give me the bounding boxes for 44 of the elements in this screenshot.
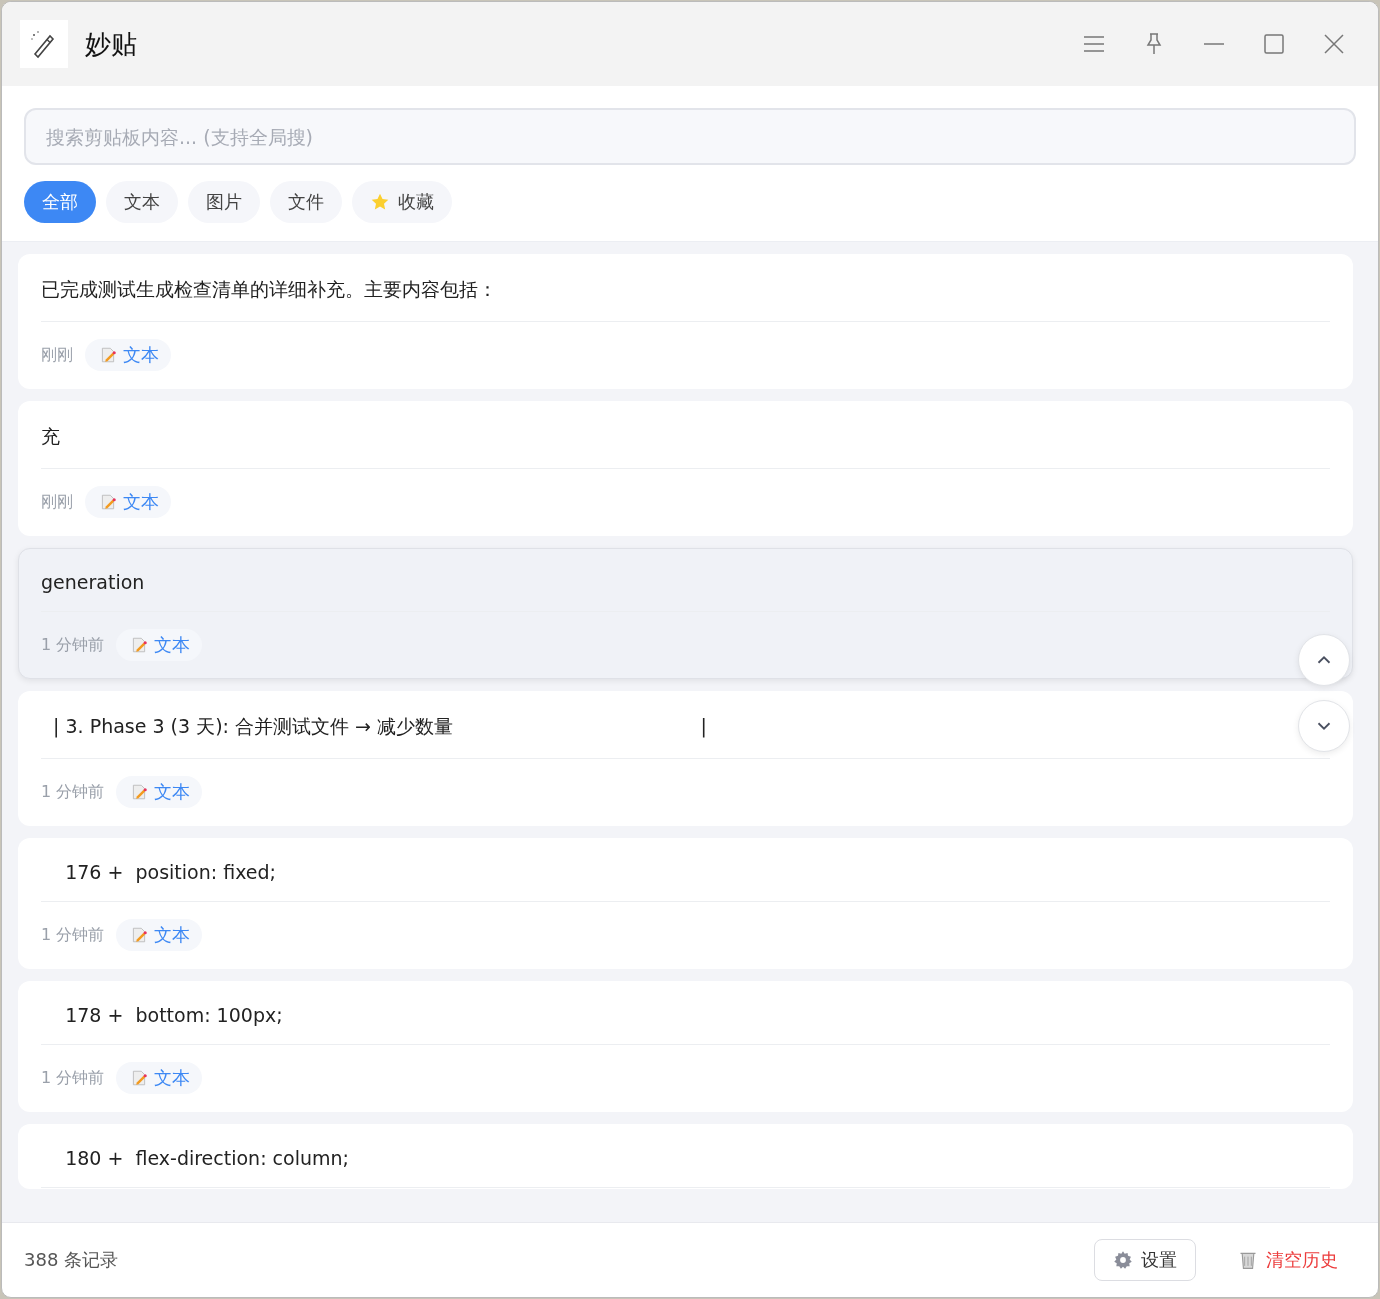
type-tag: 文本 [85, 339, 171, 371]
magic-wand-icon [20, 20, 68, 68]
filter-tab[interactable]: 文本 [106, 181, 178, 223]
note-pencil-icon [130, 636, 149, 654]
clip-time: 1 分钟前 [41, 634, 105, 656]
clip-text: generation [41, 549, 1330, 612]
clip-time: 1 分钟前 [41, 781, 105, 803]
clip-card[interactable]: | 3. Phase 3 (3 天): 合并测试文件 → 减少数量 | 1 分钟前 文本 [18, 691, 1353, 826]
clip-time: 1 分钟前 [41, 924, 105, 946]
filter-tab[interactable]: 文件 [270, 181, 342, 223]
note-pencil-icon [130, 1069, 149, 1087]
note-pencil-icon [99, 493, 117, 511]
star-icon [370, 192, 390, 212]
clip-text: 已完成测试生成检查清单的详细补充。主要内容包括： [41, 255, 1330, 322]
clip-time: 1 分钟前 [41, 1067, 105, 1089]
clip-text: 176 + position: fixed; [41, 839, 1330, 902]
clip-time: 刚刚 [41, 491, 73, 513]
type-tag: 文本 [116, 776, 203, 808]
clip-card[interactable]: 178 + bottom: 100px; 1 分钟前 文本 [18, 981, 1353, 1112]
clip-text: 178 + bottom: 100px; [41, 982, 1330, 1045]
type-tag: 文本 [116, 919, 203, 951]
search-field[interactable]: 搜索剪贴板内容... (支持全局搜) [24, 108, 1356, 165]
type-tag: 文本 [85, 486, 171, 518]
clip-text: 充 [41, 402, 1330, 469]
gear-icon [1113, 1250, 1133, 1270]
note-pencil-icon [130, 926, 149, 944]
type-tag: 文本 [116, 1062, 203, 1094]
window-title: 妙贴 [85, 27, 137, 61]
close-icon[interactable] [1322, 32, 1346, 56]
clip-time: 刚刚 [41, 344, 73, 366]
filter-tab[interactable]: 图片 [188, 181, 260, 223]
clip-card[interactable]: generation 1 分钟前 文本 [18, 548, 1353, 679]
clip-card[interactable]: 充 刚刚 文本 [18, 401, 1353, 536]
trash-icon [1238, 1250, 1258, 1270]
maximize-icon[interactable] [1262, 32, 1286, 56]
clear-history-button[interactable]: 清空历史 [1220, 1239, 1356, 1281]
settings-button[interactable]: 设置 [1094, 1239, 1196, 1281]
filter-tab[interactable]: 收藏 [352, 181, 452, 223]
note-pencil-icon [130, 783, 149, 801]
note-pencil-icon [99, 346, 117, 364]
type-tag: 文本 [116, 629, 203, 661]
clip-card[interactable]: 已完成测试生成检查清单的详细补充。主要内容包括： 刚刚 文本 [18, 254, 1353, 389]
clip-card[interactable]: 176 + position: fixed; 1 分钟前 文本 [18, 838, 1353, 969]
record-count: 388 条记录 [24, 1248, 119, 1272]
